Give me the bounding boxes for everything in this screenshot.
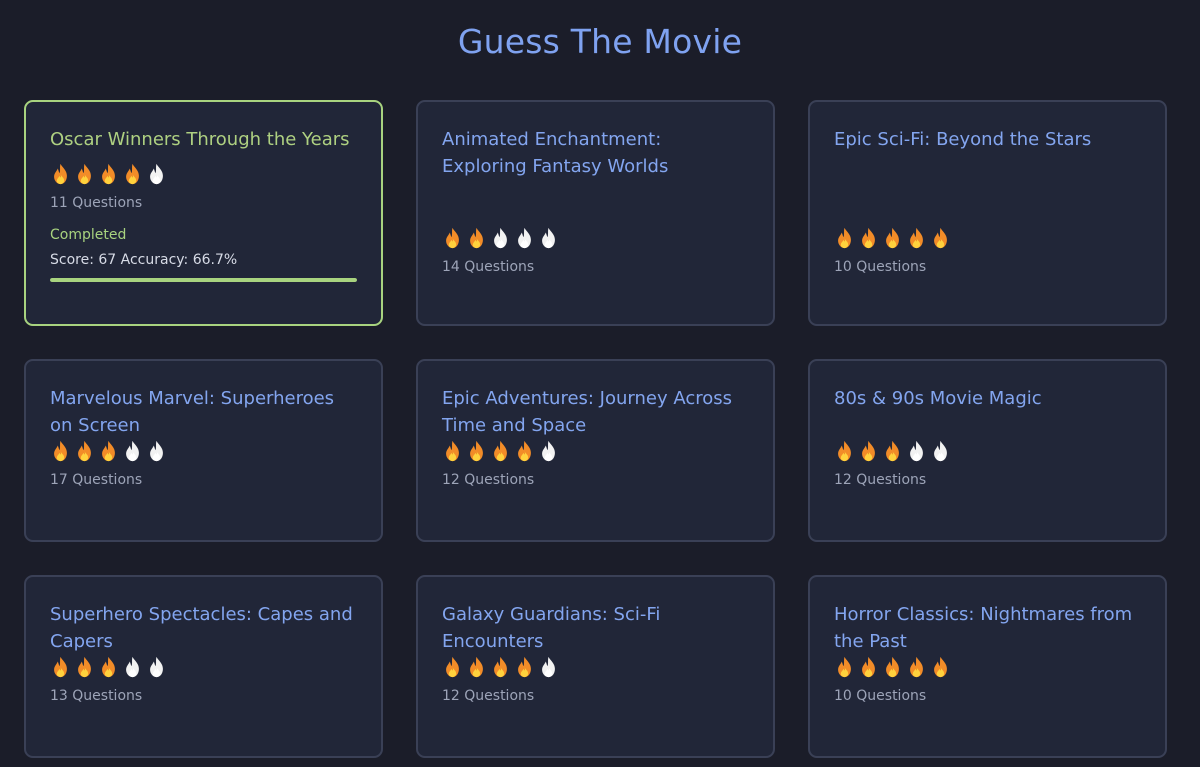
score-text: Score: 67 Accuracy: 66.7% (50, 252, 238, 268)
difficulty-rating (834, 226, 1141, 250)
flame-icon-active (102, 656, 115, 678)
quiz-title: Animated Enchantment: Exploring Fantasy … (442, 129, 669, 177)
flame-icon-active (54, 163, 67, 185)
difficulty-rating (834, 439, 1141, 463)
flame-icon-active (838, 656, 851, 678)
progress-bar (50, 278, 357, 282)
quiz-card-animated-enchantment[interactable]: Animated Enchantment: Exploring Fantasy … (416, 100, 775, 326)
flame-icon-active (494, 440, 507, 462)
flame-icon-active (886, 656, 899, 678)
quiz-card-epic-adventures[interactable]: Epic Adventures: Journey Across Time and… (416, 359, 775, 542)
flame-icon-inactive (494, 227, 507, 249)
flame-icon-active (470, 440, 483, 462)
difficulty-rating (50, 162, 357, 186)
question-count: 14 Questions (442, 259, 535, 275)
flame-icon-active (934, 227, 947, 249)
difficulty-rating (442, 655, 749, 679)
question-count: 17 Questions (50, 472, 143, 488)
flame-icon-active (78, 163, 91, 185)
question-count: 12 Questions (834, 472, 927, 488)
flame-icon-active (470, 227, 483, 249)
flame-icon-active (126, 163, 139, 185)
quiz-title: Horror Classics: Nightmares from the Pas… (834, 604, 1133, 652)
flame-icon-active (102, 163, 115, 185)
status-badge: Completed (50, 227, 127, 243)
flame-icon-active (886, 440, 899, 462)
flame-icon-active (446, 656, 459, 678)
question-count: 13 Questions (50, 688, 143, 704)
flame-icon-active (494, 656, 507, 678)
question-count: 10 Questions (834, 259, 927, 275)
quiz-title: Marvelous Marvel: Superheroes on Screen (50, 388, 335, 436)
flame-icon-inactive (150, 163, 163, 185)
flame-icon-inactive (150, 656, 163, 678)
flame-icon-inactive (542, 656, 555, 678)
flame-icon-active (470, 656, 483, 678)
flame-icon-active (838, 227, 851, 249)
flame-icon-active (862, 440, 875, 462)
flame-icon-active (862, 227, 875, 249)
flame-icon-inactive (542, 440, 555, 462)
flame-icon-active (934, 656, 947, 678)
quiz-title: Oscar Winners Through the Years (50, 129, 350, 150)
flame-icon-active (910, 656, 923, 678)
page-title: Guess The Movie (457, 22, 743, 61)
flame-icon-inactive (126, 656, 139, 678)
question-count: 12 Questions (442, 688, 535, 704)
flame-icon-active (910, 227, 923, 249)
flame-icon-active (518, 440, 531, 462)
flame-icon-inactive (542, 227, 555, 249)
flame-icon-active (862, 656, 875, 678)
quiz-card-marvelous-marvel[interactable]: Marvelous Marvel: Superheroes on Screen … (24, 359, 383, 542)
difficulty-rating (442, 226, 749, 250)
quiz-card-superhero-spectacles[interactable]: Superhero Spectacles: Capes and Capers 1… (24, 575, 383, 758)
quiz-card-horror-classics[interactable]: Horror Classics: Nightmares from the Pas… (808, 575, 1167, 758)
flame-icon-active (78, 440, 91, 462)
question-count: 10 Questions (834, 688, 927, 704)
flame-icon-active (838, 440, 851, 462)
flame-icon-active (54, 440, 67, 462)
quiz-card-80s-90s-movie-magic[interactable]: 80s & 90s Movie Magic 12 Questions (808, 359, 1167, 542)
flame-icon-inactive (934, 440, 947, 462)
difficulty-rating (50, 655, 357, 679)
difficulty-rating (442, 439, 749, 463)
quiz-card-oscar-winners[interactable]: Oscar Winners Through the Years 11 Quest… (24, 100, 383, 326)
quiz-title: Epic Adventures: Journey Across Time and… (442, 388, 733, 436)
flame-icon-active (886, 227, 899, 249)
flame-icon-active (102, 440, 115, 462)
flame-icon-active (78, 656, 91, 678)
quiz-title: 80s & 90s Movie Magic (834, 388, 1042, 409)
difficulty-rating (834, 655, 1141, 679)
flame-icon-active (446, 440, 459, 462)
flame-icon-inactive (150, 440, 163, 462)
progress-fill (50, 278, 357, 282)
quiz-card-galaxy-guardians[interactable]: Galaxy Guardians: Sci-Fi Encounters 12 Q… (416, 575, 775, 758)
quiz-title: Superhero Spectacles: Capes and Capers (50, 604, 353, 652)
question-count: 12 Questions (442, 472, 535, 488)
question-count: 11 Questions (50, 195, 143, 211)
flame-icon-active (54, 656, 67, 678)
quiz-grid: Oscar Winners Through the Years 11 Quest… (24, 100, 1167, 758)
flame-icon-active (446, 227, 459, 249)
quiz-card-epic-sci-fi[interactable]: Epic Sci-Fi: Beyond the Stars 10 Questio… (808, 100, 1167, 326)
flame-icon-inactive (910, 440, 923, 462)
flame-icon-active (518, 656, 531, 678)
flame-icon-inactive (126, 440, 139, 462)
quiz-title: Epic Sci-Fi: Beyond the Stars (834, 129, 1092, 150)
flame-icon-inactive (518, 227, 531, 249)
difficulty-rating (50, 439, 357, 463)
quiz-title: Galaxy Guardians: Sci-Fi Encounters (442, 604, 661, 652)
